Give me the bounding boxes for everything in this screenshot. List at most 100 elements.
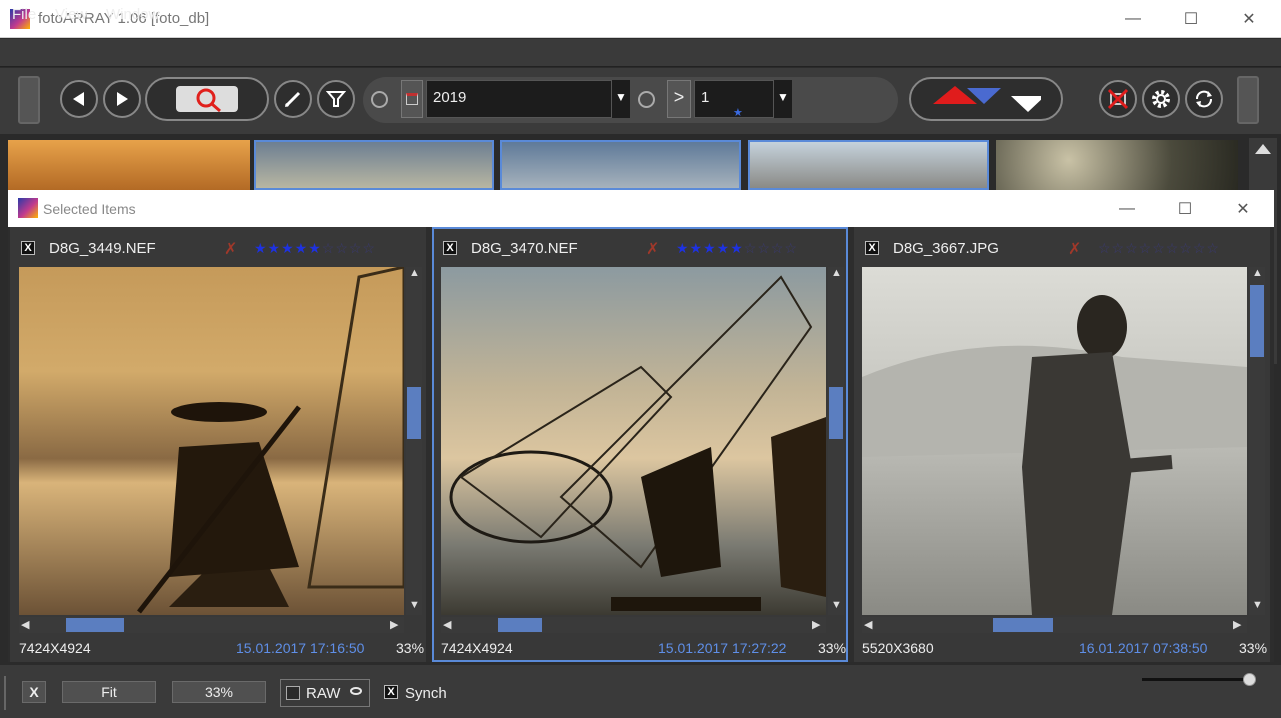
selected-minimize-button[interactable]: —	[1104, 190, 1150, 227]
raw-label: RAW	[306, 685, 341, 702]
panel-checkbox[interactable]: X	[443, 241, 457, 255]
raw-checkbox[interactable]	[286, 686, 300, 700]
menu-view[interactable]: View	[55, 6, 87, 23]
calendar-icon	[406, 93, 418, 105]
scroll-up-icon[interactable]: ▲	[1252, 267, 1263, 279]
sort-button[interactable]	[909, 77, 1063, 121]
raw-toggle[interactable]: RAW	[280, 679, 370, 707]
panel-checkbox[interactable]: X	[21, 241, 35, 255]
right-panel-handle[interactable]	[1237, 76, 1259, 124]
rating-compare-button[interactable]: >	[667, 80, 691, 118]
synch-label: Synch	[405, 685, 447, 702]
panel-filename: D8G_3667.JPG	[893, 240, 999, 257]
reject-x-icon[interactable]: ✗	[646, 239, 659, 259]
panel-filename: D8G_3449.NEF	[49, 240, 156, 257]
image-datetime: 16.01.2017 07:38:50	[1079, 640, 1208, 656]
photo-preview[interactable]	[862, 267, 1247, 615]
image-dimensions: 7424X4924	[19, 640, 91, 656]
reject-x-icon[interactable]: ✗	[1068, 239, 1081, 259]
vertical-scrollbar[interactable]: ▲ ▼	[828, 267, 844, 615]
scroll-left-icon[interactable]: ◀	[21, 618, 29, 631]
menu-window[interactable]: Window	[106, 6, 159, 23]
scroll-down-icon[interactable]: ▼	[1252, 599, 1263, 611]
close-button[interactable]: ✕	[1226, 0, 1272, 38]
horizontal-scrollbar[interactable]: ◀ ▶	[441, 617, 826, 633]
zoom-slider-track[interactable]	[1142, 678, 1254, 681]
maximize-button[interactable]: ☐	[1168, 0, 1214, 38]
scroll-thumb[interactable]	[829, 387, 843, 439]
rating-filter-radio[interactable]	[638, 91, 655, 108]
horizontal-scrollbar[interactable]: ◀ ▶	[19, 617, 404, 633]
reject-icon	[1107, 88, 1129, 110]
scroll-thumb[interactable]	[993, 618, 1053, 632]
panel-filename: D8G_3470.NEF	[471, 240, 578, 257]
scroll-right-icon[interactable]: ▶	[812, 618, 820, 631]
zoom-button[interactable]: 33%	[172, 681, 266, 703]
settings-button[interactable]	[1142, 80, 1180, 118]
scroll-thumb[interactable]	[498, 618, 542, 632]
scroll-up-icon[interactable]: ▲	[831, 267, 842, 279]
photo-preview[interactable]	[19, 265, 406, 615]
arrow-left-icon	[73, 92, 84, 106]
horizontal-scrollbar[interactable]: ◀ ▶	[862, 617, 1247, 633]
photo-preview[interactable]	[441, 267, 826, 615]
thumbnail-1[interactable]	[8, 140, 250, 190]
fit-button[interactable]: Fit	[62, 681, 156, 703]
scroll-thumb[interactable]	[407, 387, 421, 439]
gear-icon	[1152, 90, 1170, 108]
arrow-right-icon	[117, 92, 128, 106]
selected-maximize-button[interactable]: ☐	[1162, 190, 1208, 227]
year-dropdown[interactable]: 2019	[426, 80, 612, 118]
image-zoom: 33%	[1239, 640, 1268, 656]
fisherman-portrait-icon	[862, 295, 1247, 615]
edit-button[interactable]	[274, 80, 312, 118]
vertical-scrollbar[interactable]: ▲ ▼	[406, 267, 422, 615]
rating-star-icon: ★	[733, 107, 743, 119]
thumbnail-4[interactable]	[748, 140, 989, 190]
close-selection-button[interactable]: X	[22, 681, 46, 703]
menu-bar	[0, 39, 1281, 67]
image-datetime: 15.01.2017 17:16:50	[236, 640, 365, 656]
selected-close-button[interactable]: ✕	[1220, 190, 1266, 227]
eye-icon[interactable]	[350, 687, 362, 695]
refresh-button[interactable]	[1185, 80, 1223, 118]
panel-checkbox[interactable]: X	[865, 241, 879, 255]
scroll-right-icon[interactable]: ▶	[390, 618, 398, 631]
scroll-thumb[interactable]	[1250, 285, 1264, 357]
fisherman-silhouette-icon	[137, 265, 406, 614]
rating-stars[interactable]: ★★★★★☆☆☆☆	[676, 240, 798, 257]
vertical-scrollbar[interactable]: ▲ ▼	[1249, 267, 1265, 615]
scroll-down-icon[interactable]: ▼	[409, 599, 420, 611]
image-zoom: 33%	[396, 640, 425, 656]
rating-stars[interactable]: ☆☆☆☆☆☆☆☆☆	[1098, 240, 1220, 257]
calendar-button[interactable]	[401, 80, 423, 118]
image-dimensions: 5520X3680	[862, 640, 934, 656]
year-filter-radio[interactable]	[371, 91, 388, 108]
rating-stars[interactable]: ★★★★★☆☆☆☆	[254, 240, 376, 257]
synch-checkbox[interactable]: X	[384, 685, 398, 699]
next-button[interactable]	[103, 80, 141, 118]
previous-button[interactable]	[60, 80, 98, 118]
thumbnail-5[interactable]	[996, 140, 1238, 190]
thumbnail-3[interactable]	[500, 140, 741, 190]
filter-button[interactable]	[317, 80, 355, 118]
scroll-down-icon[interactable]: ▼	[831, 599, 842, 611]
scroll-left-icon[interactable]: ◀	[864, 618, 872, 631]
menu-file[interactable]: File	[12, 6, 36, 23]
image-dimensions: 7424X4924	[441, 640, 513, 656]
scroll-up-icon[interactable]: ▲	[409, 267, 420, 279]
thumbnail-2[interactable]	[254, 140, 494, 190]
zoom-slider-handle[interactable]	[1243, 673, 1256, 686]
scroll-right-icon[interactable]: ▶	[1233, 618, 1241, 631]
reject-x-icon[interactable]: ✗	[224, 239, 237, 259]
search-button[interactable]	[145, 77, 269, 121]
chevron-down-icon[interactable]: ▼	[774, 80, 792, 118]
left-panel-handle[interactable]	[18, 76, 40, 124]
chevron-down-icon[interactable]: ▼	[612, 80, 630, 118]
reject-button[interactable]	[1099, 80, 1137, 118]
selected-items-title: Selected Items	[43, 201, 136, 217]
minimize-button[interactable]: —	[1110, 0, 1156, 38]
scroll-left-icon[interactable]: ◀	[443, 618, 451, 631]
refresh-icon	[1196, 90, 1212, 108]
scroll-thumb[interactable]	[66, 618, 124, 632]
